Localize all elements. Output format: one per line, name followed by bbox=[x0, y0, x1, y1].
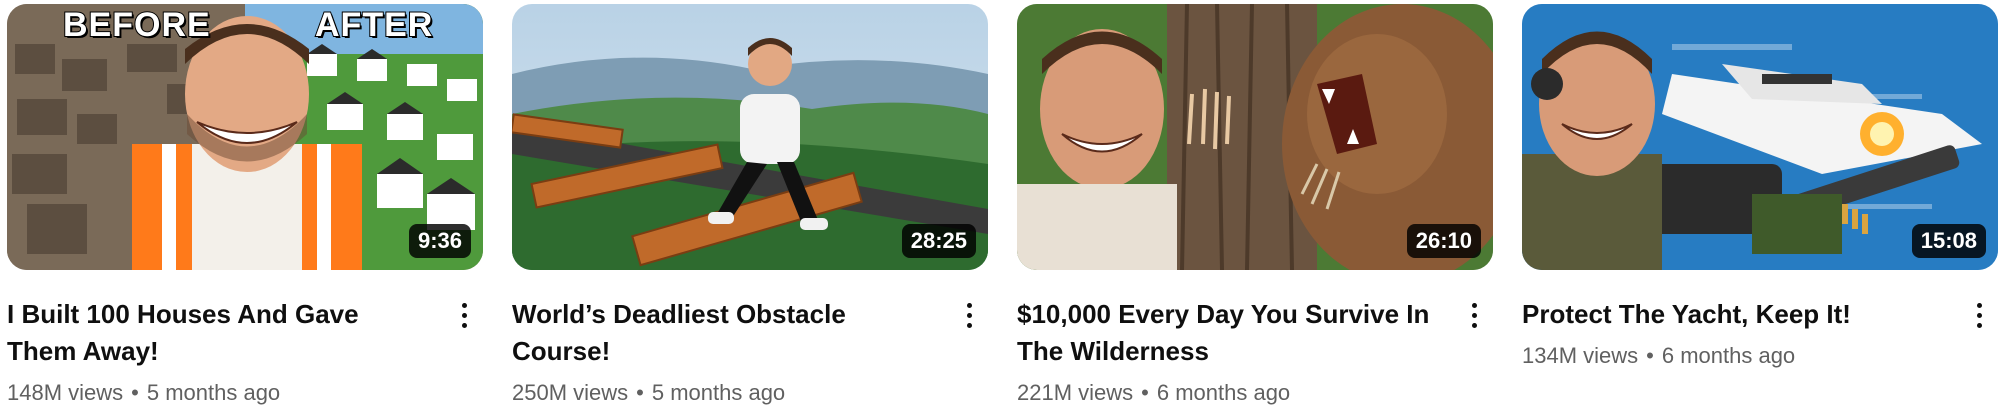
thumbnail-after-label: AFTER bbox=[314, 5, 434, 45]
video-duration-badge: 28:25 bbox=[901, 224, 976, 258]
upload-age: 5 months ago bbox=[651, 380, 786, 405]
video-title[interactable]: Protect The Yacht, Keep It! bbox=[1522, 296, 1942, 333]
video-meta: World’s Deadliest Obstacle Course! 250M … bbox=[512, 296, 988, 408]
video-thumbnail[interactable]: 26:10 bbox=[1017, 4, 1493, 270]
video-thumbnail[interactable]: 28:25 bbox=[512, 4, 988, 270]
video-card: 28:25 World’s Deadliest Obstacle Course!… bbox=[512, 4, 988, 408]
view-count: 134M views bbox=[1522, 343, 1639, 368]
separator-dot: • bbox=[1646, 343, 1654, 368]
more-vert-icon[interactable] bbox=[1964, 298, 1994, 332]
video-stats: 134M views • 6 months ago bbox=[1522, 341, 1942, 371]
video-meta: $10,000 Every Day You Survive In The Wil… bbox=[1017, 296, 1493, 408]
video-stats: 221M views • 6 months ago bbox=[1017, 378, 1437, 408]
video-stats: 250M views • 5 months ago bbox=[512, 378, 932, 408]
video-duration-badge: 9:36 bbox=[408, 224, 471, 258]
video-title[interactable]: World’s Deadliest Obstacle Course! bbox=[512, 296, 932, 370]
upload-age: 6 months ago bbox=[1661, 343, 1796, 368]
more-vert-icon[interactable] bbox=[954, 298, 984, 332]
video-meta: I Built 100 Houses And Gave Them Away! 1… bbox=[7, 296, 483, 408]
video-grid-row: BEFORE AFTER 9:36 I Built 100 Houses And… bbox=[0, 0, 2000, 415]
video-stats: 148M views • 5 months ago bbox=[7, 378, 427, 408]
thumbnail-before-label: BEFORE bbox=[62, 5, 211, 45]
video-card: 15:08 Protect The Yacht, Keep It! 134M v… bbox=[1522, 4, 1998, 371]
upload-age: 6 months ago bbox=[1156, 380, 1291, 405]
video-title[interactable]: I Built 100 Houses And Gave Them Away! bbox=[7, 296, 427, 370]
upload-age: 5 months ago bbox=[146, 380, 281, 405]
video-meta: Protect The Yacht, Keep It! 134M views • 6… bbox=[1522, 296, 1998, 371]
more-vert-icon[interactable] bbox=[1459, 298, 1489, 332]
video-duration-badge: 26:10 bbox=[1406, 224, 1481, 258]
separator-dot: • bbox=[1141, 380, 1149, 405]
view-count: 221M views bbox=[1017, 380, 1134, 405]
video-duration-badge: 15:08 bbox=[1911, 224, 1986, 258]
view-count: 148M views bbox=[7, 380, 124, 405]
video-card: 26:10 $10,000 Every Day You Survive In T… bbox=[1017, 4, 1493, 408]
more-vert-icon[interactable] bbox=[449, 298, 479, 332]
view-count: 250M views bbox=[512, 380, 629, 405]
video-title[interactable]: $10,000 Every Day You Survive In The Wil… bbox=[1017, 296, 1437, 370]
video-thumbnail[interactable]: 15:08 bbox=[1522, 4, 1998, 270]
separator-dot: • bbox=[636, 380, 644, 405]
separator-dot: • bbox=[131, 380, 139, 405]
video-thumbnail[interactable]: BEFORE AFTER 9:36 bbox=[7, 4, 483, 270]
video-card: BEFORE AFTER 9:36 I Built 100 Houses And… bbox=[7, 4, 483, 408]
